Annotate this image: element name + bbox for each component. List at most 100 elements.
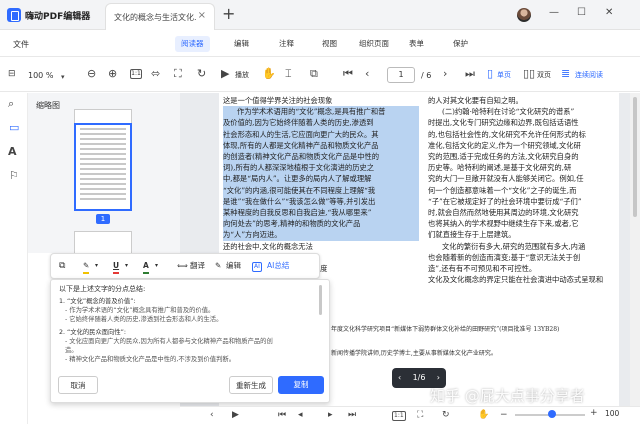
- tab-view[interactable]: 视图: [316, 36, 343, 52]
- search-icon[interactable]: ⌕: [8, 98, 14, 110]
- prev-page-icon[interactable]: ‹: [398, 368, 401, 388]
- zoom-out-icon[interactable]: −: [500, 410, 508, 421]
- first-page-icon[interactable]: ⏮: [343, 68, 353, 80]
- menu-bar: 文件 阅读器 编辑 注释 视图 组织页面 表单 保护: [0, 31, 640, 57]
- last-page-icon[interactable]: ⏭: [348, 410, 356, 421]
- thumbnail-panel-title: 缩略图: [36, 101, 60, 110]
- text-line: 也会随着新的创造而演变;基于“意识无法关于创: [428, 252, 581, 262]
- actual-size-icon[interactable]: 1:1: [392, 411, 406, 421]
- app-logo-icon: [7, 8, 21, 22]
- continuous-icon[interactable]: ≣: [561, 68, 570, 80]
- text-line: 历史等。哈特利的阐述,是基于文化研究的,研: [428, 163, 572, 173]
- left-rail: ⌕ ▭ A ⚐: [0, 93, 28, 424]
- fit-width-icon[interactable]: ⬄: [151, 68, 160, 80]
- tab-forms[interactable]: 表单: [403, 36, 430, 52]
- text-line: “子”在它被规定好了的社会环境中要衍成“子们”: [428, 196, 582, 206]
- zoom-out-icon[interactable]: ⊖: [87, 68, 96, 80]
- fit-page-icon[interactable]: ⛶: [174, 68, 182, 80]
- document-tab[interactable]: 文化的概念与生活文化... ×: [105, 3, 215, 30]
- next-page-icon[interactable]: ▸: [328, 410, 333, 421]
- text-color-icon[interactable]: A: [143, 260, 149, 274]
- prev-page-icon[interactable]: ‹: [210, 410, 214, 421]
- play-icon[interactable]: ▶: [221, 68, 229, 80]
- cancel-button[interactable]: 取消: [58, 376, 98, 394]
- underline-icon[interactable]: U: [113, 260, 120, 274]
- text-line: 这是一个值得学界关注的社会现象: [223, 96, 333, 105]
- screenshot-icon[interactable]: ⧉: [310, 68, 318, 80]
- single-page-icon[interactable]: ▯: [487, 68, 493, 80]
- translate-icon[interactable]: ⟺: [177, 260, 188, 272]
- ai-summary-item2-title: 2. “文化的民众面向性”:: [59, 329, 127, 336]
- select-tool-icon[interactable]: ⌶: [285, 68, 292, 80]
- maximize-button[interactable]: ☐: [577, 7, 586, 18]
- avatar[interactable]: [517, 8, 531, 22]
- zoom-in-icon[interactable]: +: [590, 408, 598, 419]
- fit-page-icon[interactable]: ⛶: [417, 410, 423, 421]
- page-number-input[interactable]: 1: [387, 67, 415, 83]
- prev-page-icon[interactable]: ◂: [298, 410, 303, 421]
- prev-page-icon[interactable]: ‹: [365, 68, 369, 80]
- highlight-icon[interactable]: ✎: [83, 260, 90, 274]
- file-menu[interactable]: 文件: [13, 39, 29, 50]
- zoom-slider-handle[interactable]: [548, 410, 556, 418]
- actual-size-icon[interactable]: 1:1: [130, 69, 142, 79]
- last-page-icon[interactable]: ⏭: [465, 68, 475, 80]
- copy-button[interactable]: 复制: [278, 376, 324, 394]
- view-continuous[interactable]: 连续阅读: [575, 70, 603, 80]
- hand-tool-icon[interactable]: ✋: [262, 68, 276, 80]
- close-window-button[interactable]: ✕: [605, 7, 613, 18]
- footnote-1: 年度文化科学研究项目“新媒体下弱势群体文化补给的田野研究”(项目批准号 13YB…: [331, 326, 560, 333]
- chevron-down-icon[interactable]: ▾: [95, 260, 98, 272]
- new-tab-button[interactable]: +: [222, 4, 235, 23]
- tab-close-icon[interactable]: ×: [198, 10, 206, 21]
- ai-icon[interactable]: AI: [252, 262, 262, 272]
- tab-protect[interactable]: 保护: [447, 36, 474, 52]
- rotate-icon[interactable]: ↻: [197, 68, 206, 80]
- text-line: 们就直接生存于上层建筑。: [428, 230, 516, 240]
- tab-edit[interactable]: 编辑: [228, 36, 255, 52]
- sidebar-toggle-icon[interactable]: ⊟: [8, 68, 16, 80]
- zoom-select[interactable]: 100 %: [28, 71, 53, 80]
- thumbnail-page-1[interactable]: [74, 123, 132, 211]
- ai-panel-scrollbar[interactable]: [319, 285, 322, 315]
- thumbnails-icon[interactable]: ▭: [9, 122, 19, 134]
- tab-annotate[interactable]: 注释: [273, 36, 300, 52]
- bookmark-icon[interactable]: ⚐: [9, 170, 19, 182]
- text-line: 的人对其文化要有自知之明。: [428, 96, 523, 105]
- text-line: “文化”的内涵,很可能使其在不同程度上理解“我: [223, 184, 419, 196]
- minimize-button[interactable]: —: [549, 7, 559, 18]
- first-page-icon[interactable]: ⏮: [278, 410, 286, 421]
- footnote-2: 新闻传播学院讲师,历史学博士,主要从事新媒体文化产业研究。: [331, 350, 497, 357]
- play-label[interactable]: 播放: [235, 70, 249, 80]
- chevron-down-icon[interactable]: ▾: [125, 260, 128, 272]
- regenerate-button[interactable]: 重新生成: [229, 376, 273, 394]
- zoom-in-icon[interactable]: ⊕: [108, 68, 117, 80]
- document-tab-title: 文化的概念与生活文化...: [114, 13, 196, 22]
- view-single-page[interactable]: 单页: [497, 70, 511, 80]
- thumbnail-page-prev[interactable]: [74, 109, 132, 123]
- copy-icon[interactable]: ⧉: [59, 260, 65, 272]
- thumbnail-page-number: 1: [96, 214, 110, 224]
- ai-summary-panel: 以下是上述文字的分点总结: 1. “文化”概念的普及价值”: - 作为学术术语的…: [50, 279, 330, 403]
- next-page-icon[interactable]: ›: [443, 68, 447, 80]
- vertical-scrollbar[interactable]: [630, 93, 640, 406]
- thumbnail-page-2[interactable]: [74, 231, 132, 253]
- chevron-down-icon[interactable]: ▾: [155, 260, 158, 272]
- edit-icon[interactable]: ✎: [215, 260, 221, 272]
- rotate-icon[interactable]: ↻: [442, 410, 450, 421]
- text-line: 造”,还有有不可预见和不可控性。: [428, 264, 537, 274]
- double-page-icon[interactable]: ▯▯: [523, 68, 535, 80]
- edit-button[interactable]: 编辑: [226, 260, 241, 272]
- hand-tool-icon[interactable]: ✋: [478, 410, 489, 421]
- translate-button[interactable]: 翻译: [190, 260, 205, 272]
- text-recognition-icon[interactable]: A: [8, 146, 17, 158]
- view-double-page[interactable]: 双页: [537, 70, 551, 80]
- ai-summary-button[interactable]: AI总结: [267, 260, 289, 272]
- chevron-down-icon[interactable]: ▾: [61, 71, 65, 83]
- right-text-column: 的人对其文化要有自知之明。 (二)约翰·哈特利在讨论“文化研究的谱系” 时提出,文化…: [428, 95, 618, 285]
- tab-reader[interactable]: 阅读器: [175, 36, 210, 52]
- play-icon[interactable]: ▶: [232, 410, 239, 421]
- text-line: 也将其纳入的学术视野中继续生存下来,或者,它: [428, 219, 579, 229]
- tab-organize-pages[interactable]: 组织页面: [353, 36, 395, 52]
- page-total: / 6: [421, 71, 432, 80]
